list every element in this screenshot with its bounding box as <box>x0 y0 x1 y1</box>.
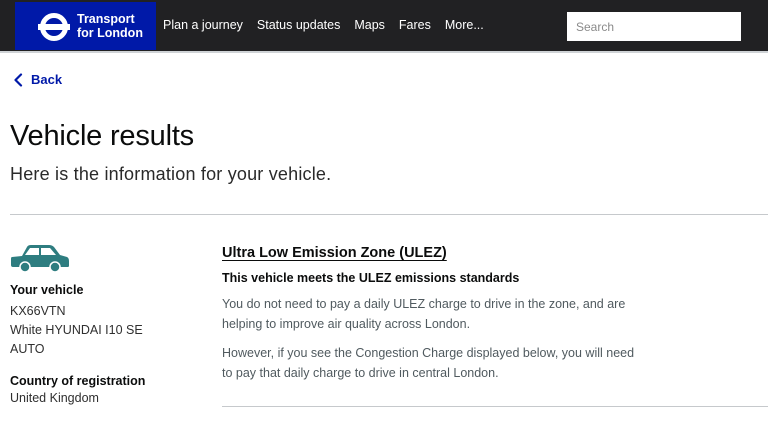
back-link[interactable]: Back <box>13 72 62 87</box>
back-label: Back <box>31 72 63 87</box>
tfl-logo[interactable]: Transport for London <box>15 2 156 50</box>
ulez-link[interactable]: Ultra Low Emission Zone (ULEZ) <box>222 245 447 261</box>
nav-more[interactable]: More... <box>445 18 484 32</box>
nav-maps[interactable]: Maps <box>354 18 385 32</box>
results-divider <box>222 406 768 407</box>
ulez-paragraph-2: However, if you see the Congestion Charg… <box>222 343 702 383</box>
nav-plan-a-journey[interactable]: Plan a journey <box>163 18 243 32</box>
ulez-paragraph-2-line-2: to pay that daily charge to drive in cen… <box>222 366 499 380</box>
ulez-paragraph-1: You do not need to pay a daily ULEZ char… <box>222 294 702 334</box>
main-nav: Plan a journey Status updates Maps Fares… <box>163 0 498 50</box>
nav-fares[interactable]: Fares <box>399 18 431 32</box>
country-heading: Country of registration <box>10 374 146 388</box>
top-navigation-bar: Transport for London Plan a journey Stat… <box>0 0 768 52</box>
country-value: United Kingdom <box>10 391 99 405</box>
logo-line-2: for London <box>77 26 143 40</box>
search-input[interactable]: Search <box>567 12 741 41</box>
logo-text: Transport for London <box>77 12 143 40</box>
page-title: Vehicle results <box>10 120 194 152</box>
tfl-roundel-icon <box>38 13 70 41</box>
ulez-status: This vehicle meets the ULEZ emissions st… <box>222 271 520 285</box>
vehicle-description-line-1: White HYUNDAI I10 SE <box>10 323 143 337</box>
page-subtitle: Here is the information for your vehicle… <box>10 164 332 184</box>
ulez-paragraph-2-line-1: However, if you see the Congestion Charg… <box>222 346 635 360</box>
car-icon <box>11 245 69 273</box>
nav-status-updates[interactable]: Status updates <box>257 18 340 32</box>
search-placeholder: Search <box>576 19 615 34</box>
ulez-paragraph-1-line-2: helping to improve air quality across Lo… <box>222 317 471 331</box>
header-divider <box>0 51 768 53</box>
vehicle-description-line-2: AUTO <box>10 342 45 356</box>
your-vehicle-heading: Your vehicle <box>10 283 84 297</box>
ulez-paragraph-1-line-1: You do not need to pay a daily ULEZ char… <box>222 297 626 311</box>
chevron-left-icon <box>14 72 23 87</box>
section-divider <box>10 214 768 215</box>
logo-line-1: Transport <box>77 12 135 26</box>
vehicle-registration: KX66VTN <box>10 304 66 318</box>
